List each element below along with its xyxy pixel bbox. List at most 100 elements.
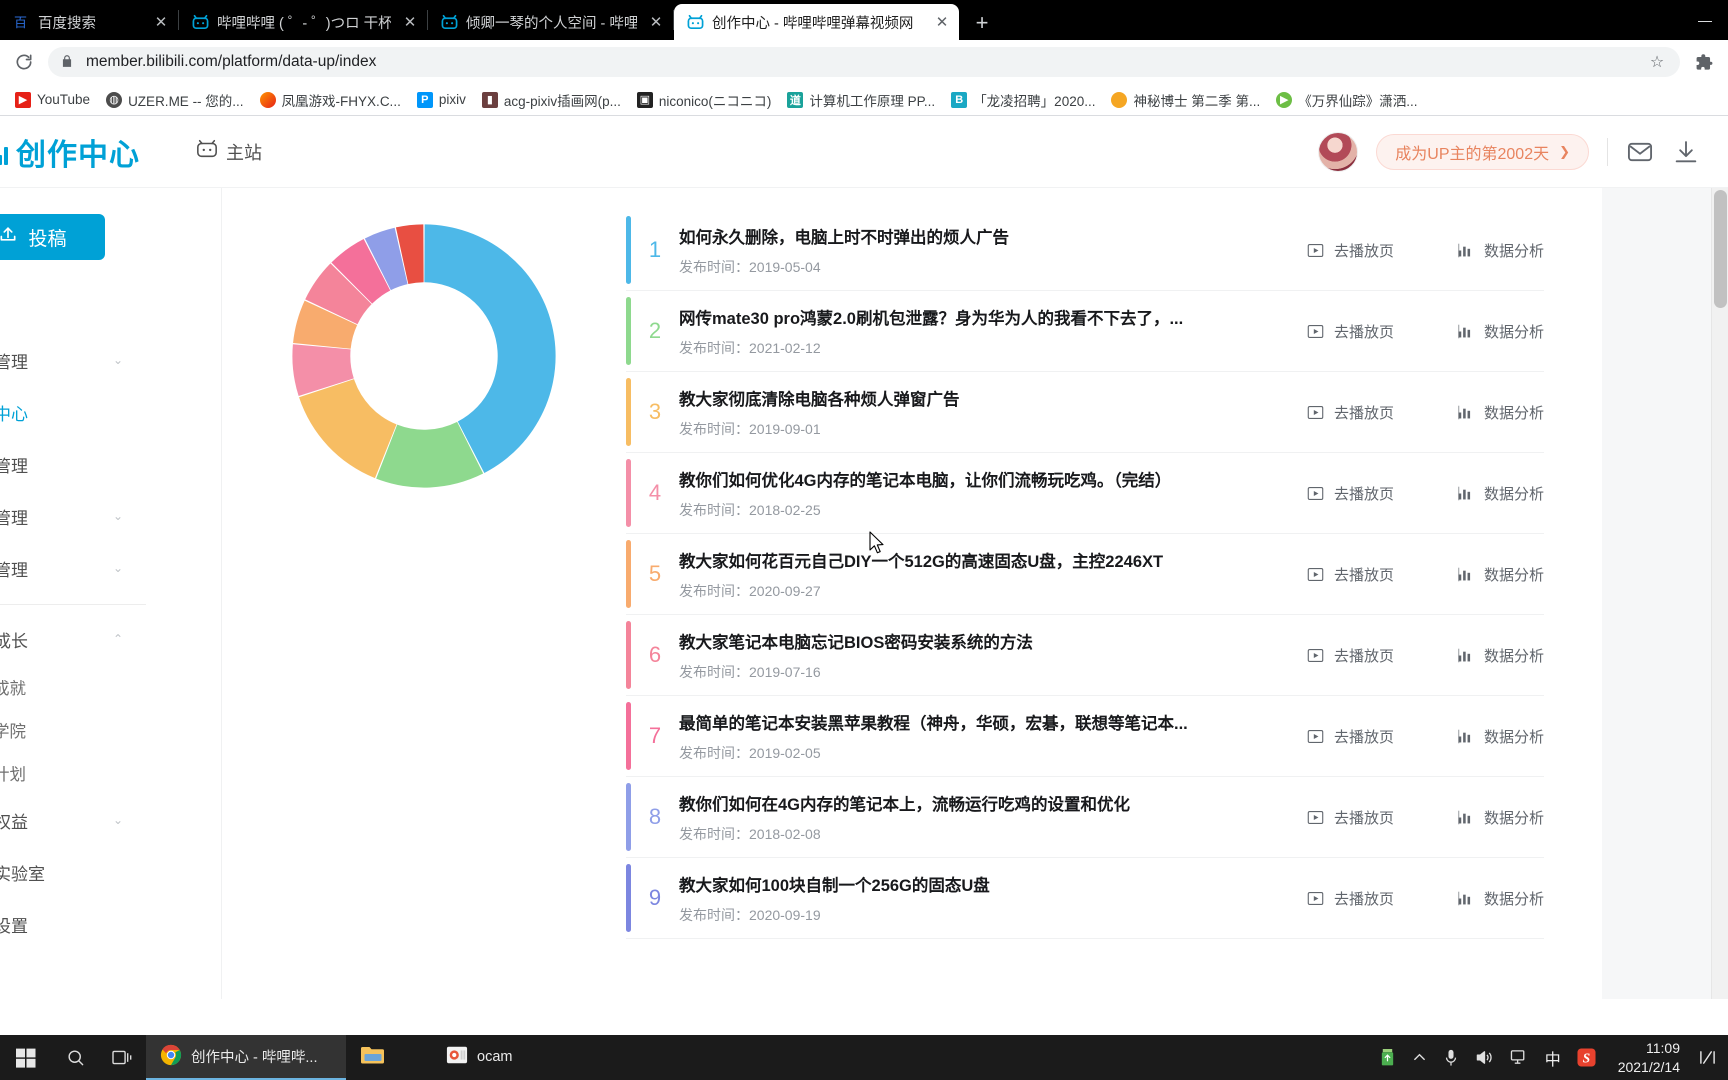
table-row[interactable]: 2网传mate30 pro鸿蒙2.0刷机包泄露？身为华为人的我看不下去了，...… (626, 291, 1544, 372)
browser-tab-2[interactable]: 倾卿一琴的个人空间 - 哔哩哔哩 ✕ (428, 4, 673, 40)
taskbar-app-ocam[interactable]: ocam (432, 1035, 552, 1080)
mail-icon[interactable] (1626, 138, 1654, 166)
video-title[interactable]: 教大家如何花百元自己DIY一个512G的高速固态U盘，主控2246XT (679, 548, 1290, 572)
tab-close-button[interactable]: ✕ (399, 11, 421, 33)
table-row[interactable]: 7最简单的笔记本安装黑苹果教程（神舟，华硕，宏碁，联想等笔记本...发布时间：2… (626, 696, 1544, 777)
bookmark-item[interactable]: B「龙凌招聘」2020... (944, 87, 1102, 113)
sidebar-item-fan-management[interactable]: 粉丝管理 (0, 438, 145, 490)
new-tab-button[interactable]: + (965, 6, 999, 40)
task-view-icon[interactable] (98, 1035, 146, 1080)
sidebar-item-creator-rights[interactable]: 创作权益 ⌄ (0, 794, 145, 846)
go-to-play-page-button[interactable]: 去播放页 (1306, 888, 1394, 909)
bookmark-item[interactable]: 神秘博士 第二季 第... (1104, 87, 1267, 113)
go-to-play-page-button[interactable]: 去播放页 (1306, 240, 1394, 261)
video-title[interactable]: 网传mate30 pro鸿蒙2.0刷机包泄露？身为华为人的我看不下去了，... (679, 305, 1290, 329)
notification-icon[interactable] (1696, 1049, 1718, 1066)
table-row[interactable]: 1如何永久删除，电脑上时不时弹出的烦人广告发布时间：2019-05-04去播放页… (626, 210, 1544, 291)
bookmark-item[interactable]: Ppixiv (410, 89, 473, 111)
sidebar-item-rising-star-plan[interactable]: 新星计划 (0, 751, 145, 794)
data-analytics-button[interactable]: 数据分析 (1456, 321, 1544, 342)
bookmark-item[interactable]: ▶《万界仙踪》潇洒... (1269, 87, 1424, 113)
site-logo[interactable]: 创作中心 (0, 130, 140, 174)
scrollbar-thumb[interactable] (1714, 190, 1727, 308)
sidebar-item-data-center[interactable]: 数据中心 (0, 386, 145, 438)
ime-cn-icon[interactable]: 中 (1545, 1046, 1561, 1070)
video-title[interactable]: 教你们如何优化4G内存的笔记本电脑，让你们流畅玩吃鸡。（完结） (679, 467, 1290, 491)
sidebar-item-task-achievement[interactable]: 任务成就 (0, 665, 145, 708)
reload-icon[interactable] (10, 48, 38, 76)
data-analytics-button[interactable]: 数据分析 (1456, 402, 1544, 423)
go-to-play-page-button[interactable]: 去播放页 (1306, 726, 1394, 747)
data-analytics-button[interactable]: 数据分析 (1456, 645, 1544, 666)
address-bar[interactable]: member.bilibili.com/platform/data-up/ind… (48, 47, 1680, 77)
bookmark-star-icon[interactable]: ☆ (1646, 48, 1668, 76)
sidebar-item-creator-academy[interactable]: 创作学院 (0, 708, 145, 751)
table-row[interactable]: 6教大家笔记本电脑忘记BIOS密码安装系统的方法发布时间：2019-07-16去… (626, 615, 1544, 696)
window-minimize-button[interactable]: — (1682, 0, 1728, 40)
bookmark-item[interactable]: ▣niconico(ニコニコ) (630, 87, 779, 113)
data-analytics-button[interactable]: 数据分析 (1456, 240, 1544, 261)
browser-tab-3[interactable]: 创作中心 - 哔哩哔哩弹幕视频网 ✕ (674, 4, 959, 40)
windows-start-icon[interactable] (0, 1035, 52, 1080)
sidebar-item-revenue-management[interactable]: 收益管理 ⌄ (0, 542, 145, 594)
taskbar-clock[interactable]: 11:09 2021/2/14 (1612, 1039, 1680, 1077)
video-title[interactable]: 教大家如何100块自制一个256G的固态U盘 (679, 872, 1290, 896)
tab-close-button[interactable]: ✕ (645, 11, 667, 33)
network-icon[interactable] (1510, 1049, 1529, 1066)
data-analytics-button[interactable]: 数据分析 (1456, 888, 1544, 909)
data-analytics-button[interactable]: 数据分析 (1456, 807, 1544, 828)
sidebar-item-interaction-management[interactable]: 互动管理 ⌄ (0, 490, 145, 542)
avatar[interactable] (1318, 132, 1358, 172)
browser-tab-0[interactable]: 百 百度搜索 ✕ (0, 4, 178, 40)
table-row[interactable]: 8教你们如何在4G内存的笔记本上，流畅运行吃鸡的设置和优化发布时间：2018-0… (626, 777, 1544, 858)
go-to-play-page-button[interactable]: 去播放页 (1306, 645, 1394, 666)
go-to-play-page-button[interactable]: 去播放页 (1306, 402, 1394, 423)
browser-tab-1[interactable]: 哔哩哔哩 ( ゜- ゜)つロ 干杯~-bili ✕ (179, 4, 427, 40)
volume-icon[interactable] (1475, 1049, 1494, 1066)
sidebar-item-content-management[interactable]: 内容管理 ⌄ (0, 334, 145, 386)
go-to-play-page-button[interactable]: 去播放页 (1306, 483, 1394, 504)
sogou-icon[interactable]: S (1577, 1048, 1596, 1067)
video-title[interactable]: 如何永久删除，电脑上时不时弹出的烦人广告 (679, 224, 1290, 248)
table-row[interactable]: 9教大家如何100块自制一个256G的固态U盘发布时间：2020-09-19去播… (626, 858, 1544, 939)
data-analytics-button[interactable]: 数据分析 (1456, 564, 1544, 585)
video-title[interactable]: 最简单的笔记本安装黑苹果教程（神舟，华硕，宏碁，联想等笔记本... (679, 710, 1290, 734)
post-upload-button[interactable]: 投稿 (0, 214, 105, 260)
sidebar-item-creator-growth[interactable]: 创作成长 ⌃ (0, 613, 145, 665)
bookmark-item[interactable]: 凤凰游戏-FHYX.C... (253, 87, 408, 113)
data-analytics-button[interactable]: 数据分析 (1456, 483, 1544, 504)
bookmark-item[interactable]: 道计算机工作原理 PP... (780, 87, 942, 113)
bookmark-item[interactable]: ◍UZER.ME -- 您的... (99, 87, 251, 113)
video-title[interactable]: 教你们如何在4G内存的笔记本上，流畅运行吃鸡的设置和优化 (679, 791, 1290, 815)
go-to-play-page-button[interactable]: 去播放页 (1306, 564, 1394, 585)
up-days-badge[interactable]: 成为UP主的第2002天 ❯ (1376, 134, 1589, 170)
table-row[interactable]: 5教大家如何花百元自己DIY一个512G的高速固态U盘，主控2246XT发布时间… (626, 534, 1544, 615)
bookmark-item[interactable]: ▶YouTube (8, 89, 97, 111)
download-icon[interactable] (1672, 138, 1700, 166)
tab-close-button[interactable]: ✕ (150, 11, 172, 33)
sidebar-item-home[interactable]: 首页 (0, 282, 145, 334)
video-title[interactable]: 教大家彻底清除电脑各种烦人弹窗广告 (679, 386, 1290, 410)
taskbar-app-chrome[interactable]: 创作中心 - 哔哩哔... (146, 1035, 346, 1080)
sidebar-item-creator-settings[interactable]: 创作设置 (0, 898, 145, 950)
ranking-panel: 1如何永久删除，电脑上时不时弹出的烦人广告发布时间：2019-05-04去播放页… (222, 188, 1602, 999)
nav-main-site[interactable]: 主站 (196, 138, 262, 165)
page-scrollbar[interactable] (1711, 188, 1728, 999)
video-title[interactable]: 教大家笔记本电脑忘记BIOS密码安装系统的方法 (679, 629, 1290, 653)
bookmark-item[interactable]: ▮acg-pixiv插画网(p... (475, 87, 628, 113)
go-to-play-page-button[interactable]: 去播放页 (1306, 807, 1394, 828)
search-circle-icon[interactable] (52, 1035, 98, 1080)
chevron-up-icon[interactable] (1412, 1050, 1427, 1065)
microphone-icon[interactable] (1443, 1049, 1459, 1067)
donut-slice[interactable] (299, 379, 396, 478)
taskbar-app-file-explorer[interactable] (346, 1035, 432, 1080)
data-analytics-button[interactable]: 数据分析 (1456, 726, 1544, 747)
go-to-play-page-button[interactable]: 去播放页 (1306, 321, 1394, 342)
usb-icon[interactable] (1379, 1048, 1396, 1067)
extensions-icon[interactable] (1690, 48, 1718, 76)
donut-chart-svg[interactable] (284, 216, 564, 496)
table-row[interactable]: 3教大家彻底清除电脑各种烦人弹窗广告发布时间：2019-09-01去播放页数据分… (626, 372, 1544, 453)
sidebar-item-creator-lab[interactable]: 创作实验室 (0, 846, 145, 898)
tab-close-button[interactable]: ✕ (931, 11, 953, 33)
table-row[interactable]: 4教你们如何优化4G内存的笔记本电脑，让你们流畅玩吃鸡。（完结）发布时间：201… (626, 453, 1544, 534)
